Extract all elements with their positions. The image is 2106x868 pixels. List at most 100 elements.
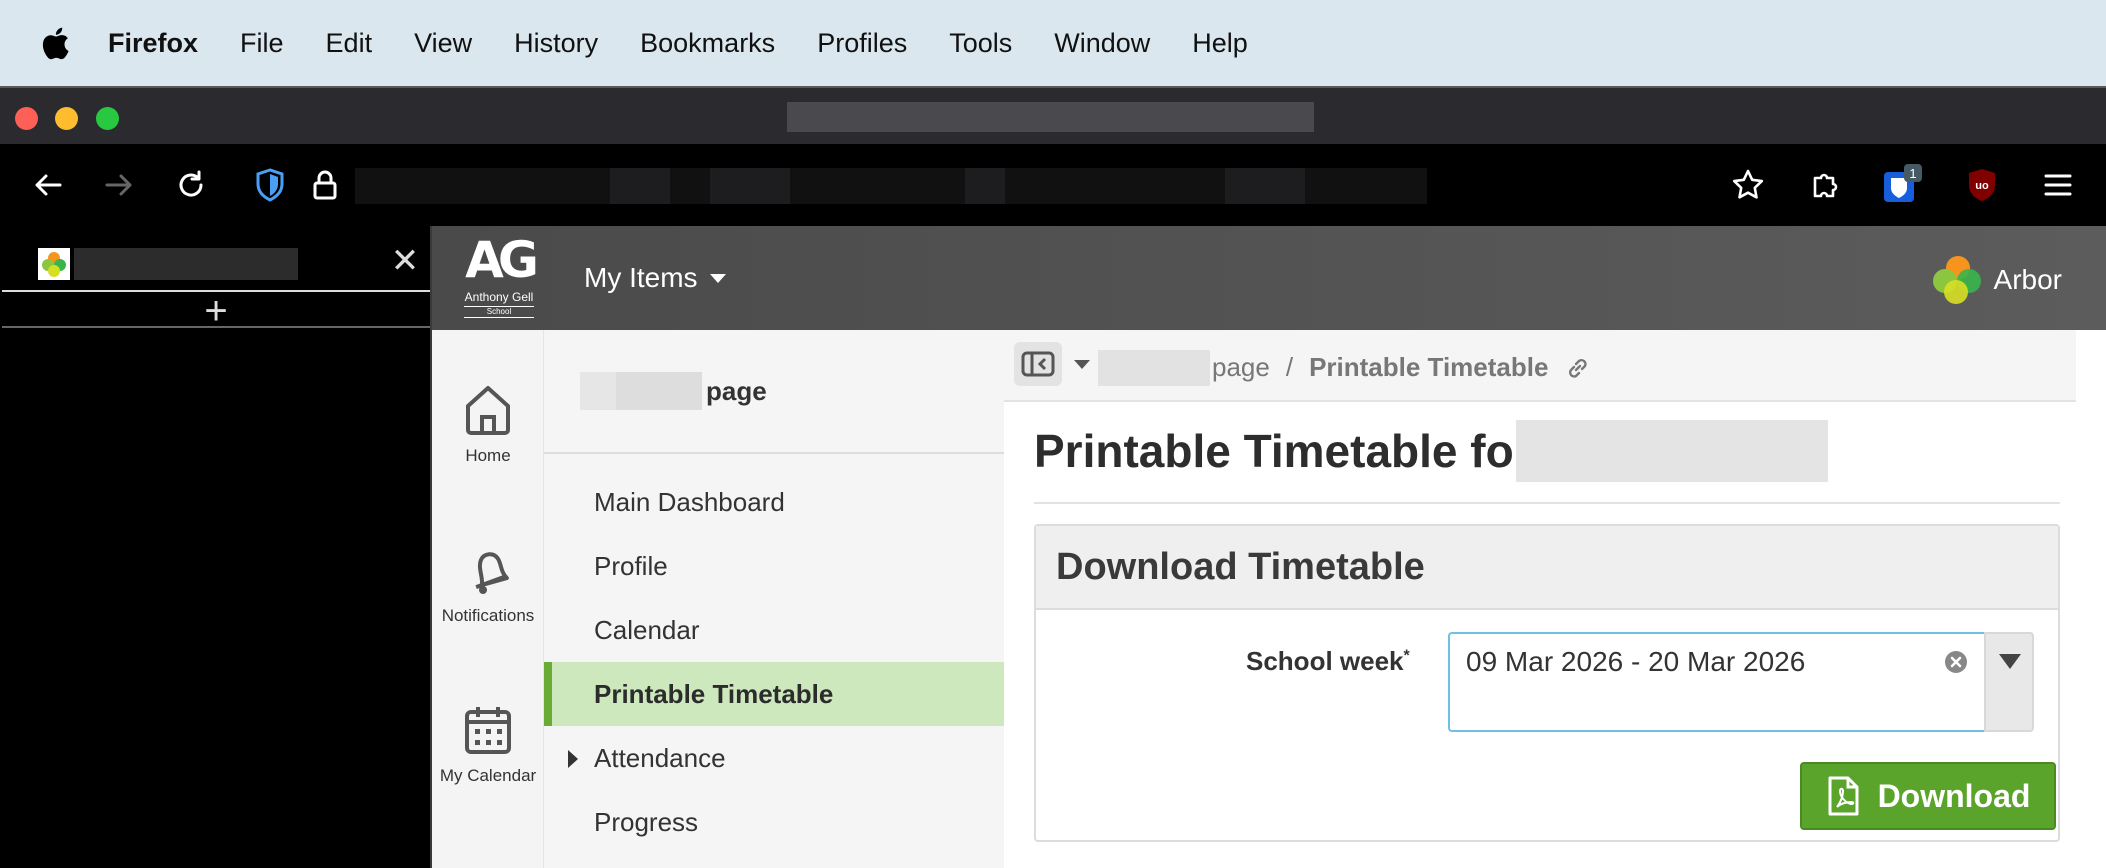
apple-logo-icon[interactable]: [40, 25, 70, 61]
my-items-dropdown[interactable]: My Items: [584, 262, 726, 294]
back-button[interactable]: [25, 162, 71, 208]
menu-help[interactable]: Help: [1192, 28, 1248, 59]
tab-title-redacted: [74, 248, 298, 280]
menu-history[interactable]: History: [514, 28, 598, 59]
clear-icon[interactable]: [1944, 650, 1968, 674]
subnav-heading-label: page: [706, 376, 767, 406]
breadcrumb-current: Printable Timetable: [1309, 352, 1549, 382]
school-subtitle: School: [464, 306, 534, 318]
forward-button[interactable]: [96, 162, 142, 208]
ublock-extension-button[interactable]: uo: [1959, 162, 2005, 208]
menu-tools[interactable]: Tools: [949, 28, 1012, 59]
student-subnav: page Main Dashboard Profile Calendar Pri…: [544, 330, 1004, 868]
menu-window[interactable]: Window: [1054, 28, 1150, 59]
app-menu-button[interactable]: [2035, 162, 2081, 208]
breadcrumb-parent[interactable]: page: [1212, 352, 1270, 383]
macos-menu-bar: Firefox File Edit View History Bookmarks…: [0, 0, 2106, 86]
hamburger-menu-icon: [2044, 174, 2072, 196]
pdf-file-icon: [1828, 776, 1859, 816]
school-name: Anthony Gell: [464, 290, 534, 304]
link-icon[interactable]: [1564, 354, 1592, 382]
site-info-button[interactable]: [302, 162, 348, 208]
browser-toolbar: 1 uo: [0, 144, 2106, 226]
reload-button[interactable]: [168, 162, 214, 208]
menu-edit[interactable]: Edit: [326, 28, 373, 59]
chevron-down-icon: [1999, 654, 2021, 669]
download-timetable-panel: Download Timetable School week* 09 Mar 2…: [1034, 524, 2060, 842]
breadcrumb-redacted: [1098, 350, 1210, 386]
tracking-protection-button[interactable]: [247, 162, 293, 208]
student-name-redacted: [580, 372, 702, 410]
ublock-shield-icon: uo: [1969, 169, 1995, 201]
menu-view[interactable]: View: [414, 28, 472, 59]
subnav-item-calendar[interactable]: Calendar: [544, 598, 1004, 662]
extension-badge-count: 1: [1909, 166, 1916, 181]
subnav-item-printable-timetable[interactable]: Printable Timetable: [544, 662, 1004, 726]
breadcrumb-separator: /: [1285, 352, 1294, 382]
subnav-heading: page: [544, 330, 1004, 454]
title-divider: [1034, 502, 2060, 504]
bitwarden-extension-button[interactable]: 1: [1879, 162, 1925, 208]
arbor-header: AG Anthony Gell School My Items Arbor: [432, 226, 2106, 330]
star-icon: [1732, 169, 1764, 199]
content-right-margin: [2076, 330, 2106, 868]
tab-close-icon[interactable]: ✕: [388, 244, 422, 278]
close-window-button[interactable]: [15, 107, 38, 130]
breadcrumb-trail: page / Printable Timetable: [1212, 352, 1592, 383]
zoom-window-button[interactable]: [96, 107, 119, 130]
chevron-down-icon: [709, 273, 726, 283]
menu-file[interactable]: File: [240, 28, 284, 59]
school-week-value: 09 Mar 2026 - 20 Mar 2026: [1466, 646, 1806, 677]
school-week-label-text: School week: [1246, 646, 1404, 676]
nav-my-calendar[interactable]: My Calendar: [432, 704, 544, 786]
school-logo[interactable]: AG Anthony Gell School: [452, 230, 546, 324]
new-tab-button[interactable]: +: [2, 291, 430, 331]
vertical-tabs-sidebar: ✕ +: [0, 226, 432, 868]
arbor-favicon-icon: [38, 248, 70, 280]
arbor-brand: Arbor: [1928, 254, 2062, 306]
download-button[interactable]: Download: [1800, 762, 2056, 830]
nav-my-calendar-label: My Calendar: [439, 766, 537, 785]
main-content: page / Printable Timetable Printable Tim…: [1004, 330, 2106, 868]
school-week-dropdown-button[interactable]: [1984, 632, 2034, 732]
minimize-window-button[interactable]: [55, 107, 78, 130]
menu-firefox[interactable]: Firefox: [108, 28, 198, 59]
breadcrumb: page / Printable Timetable: [1004, 330, 2078, 402]
page-title-text: Printable Timetable for: [1034, 425, 1532, 477]
menu-profiles[interactable]: Profiles: [817, 28, 907, 59]
page-title: Printable Timetable for: [1034, 424, 1532, 478]
nav-home[interactable]: Home: [432, 384, 544, 466]
collapse-sidebar-icon: [1021, 351, 1055, 377]
bell-icon: [475, 552, 509, 594]
url-redaction-block: [1225, 168, 1305, 204]
url-redaction-block: [610, 168, 670, 204]
tab-arbor[interactable]: ✕: [2, 232, 430, 292]
school-week-select[interactable]: 09 Mar 2026 - 20 Mar 2026: [1448, 632, 1984, 732]
shield-icon: [256, 168, 284, 202]
menu-bookmarks[interactable]: Bookmarks: [640, 28, 775, 59]
extensions-button[interactable]: [1803, 162, 1849, 208]
subnav-item-attendance[interactable]: Attendance: [544, 726, 1004, 790]
sidebar-toggle-button[interactable]: [1014, 342, 1062, 386]
breadcrumb-dropdown-icon[interactable]: [1074, 360, 1090, 369]
school-logo-letters: AG: [465, 231, 539, 289]
arbor-brand-label: Arbor: [1993, 264, 2062, 295]
nav-home-label: Home: [465, 446, 511, 465]
subnav-item-profile[interactable]: Profile: [544, 534, 1004, 598]
panel-title: Download Timetable: [1056, 546, 1425, 588]
required-marker: *: [1403, 647, 1410, 665]
reload-icon: [179, 170, 203, 197]
arbor-logo-icon: [1932, 256, 1981, 304]
bookmark-star-button[interactable]: [1725, 162, 1771, 208]
url-bar-redacted[interactable]: [355, 168, 1427, 204]
window-title-bar: [0, 86, 2106, 144]
calendar-icon: [465, 707, 511, 754]
subnav-item-progress[interactable]: Progress: [544, 790, 1004, 854]
subnav-item-attendance-label: Attendance: [594, 743, 726, 773]
subnav-item-main-dashboard[interactable]: Main Dashboard: [544, 470, 1004, 534]
ublock-label: uo: [1975, 180, 1989, 192]
back-arrow-icon: [35, 174, 62, 196]
nav-notifications[interactable]: Notifications: [432, 544, 544, 626]
expand-triangle-icon: [568, 750, 578, 768]
window-title-redacted: [787, 102, 1314, 132]
